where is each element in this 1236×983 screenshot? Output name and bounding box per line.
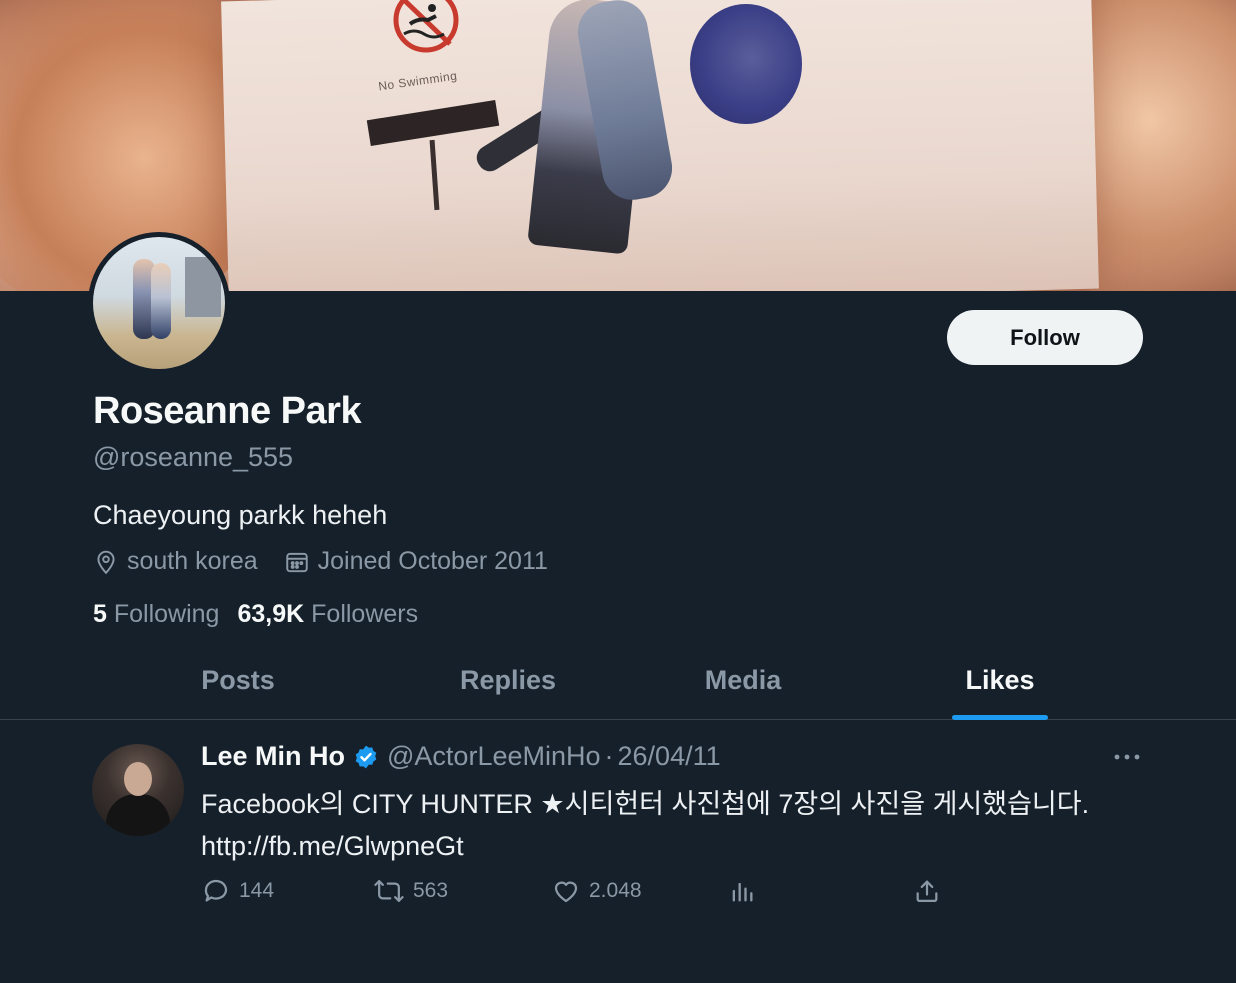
profile-stats: 5 Following 63,9K Followers [93, 600, 436, 629]
follow-button[interactable]: Follow [947, 310, 1143, 365]
avatar-image [93, 237, 225, 369]
repost-icon [374, 880, 404, 902]
profile-tabs: Posts Replies Media Likes [0, 640, 1236, 720]
tab-replies[interactable]: Replies [380, 640, 636, 720]
repost-count: 563 [413, 879, 449, 902]
joined-text: Joined October 2011 [317, 547, 548, 575]
following-count: 5 [93, 600, 107, 628]
views-button[interactable] [728, 876, 764, 906]
reply-button[interactable]: 144 [201, 876, 274, 906]
avatar-building [185, 257, 221, 317]
tweet-text-line: Facebook의 CITY HUNTER ★시티헌터 사진첩에 7장의 사진을… [201, 789, 1090, 819]
following-link[interactable]: 5 Following [93, 600, 219, 629]
profile-page: No Swimming Follow Roseanne Park @rosean… [0, 0, 1236, 983]
profile-bio: Chaeyoung parkk heheh [93, 500, 388, 530]
banner-lifebuoy [690, 4, 802, 124]
share-upload-icon [916, 880, 938, 903]
tweet-author-handle[interactable]: @ActorLeeMinHo [387, 741, 601, 772]
tweet-link[interactable]: http://fb.me/GlwpneGt [201, 825, 1161, 867]
tab-media[interactable]: Media [615, 640, 871, 720]
heart-icon [554, 881, 578, 903]
profile-handle: @roseanne_555 [93, 442, 294, 472]
tweet[interactable]: Lee Min Ho @ActorLeeMinHo · 26/04/11 Fac… [0, 721, 1236, 983]
calendar-icon [285, 552, 308, 572]
location-text: south korea [127, 547, 258, 575]
repost-button[interactable]: 563 [373, 876, 448, 906]
followers-count: 63,9K [237, 600, 305, 628]
share-button[interactable] [913, 876, 949, 906]
tab-likes[interactable]: Likes [872, 640, 1128, 720]
tab-posts[interactable]: Posts [110, 640, 366, 720]
tweet-header: Lee Min Ho @ActorLeeMinHo · 26/04/11 [201, 741, 721, 772]
avatar-person [151, 263, 171, 339]
reply-bubble-icon [204, 879, 228, 902]
tab-label: Likes [965, 664, 1035, 695]
active-tab-indicator [952, 715, 1048, 720]
profile-meta: south korea Joined October 2011 [93, 547, 574, 576]
profile-joined: Joined October 2011 [284, 547, 548, 576]
views-chart-icon [732, 882, 753, 902]
tweet-actions: 144 563 2.048 [201, 876, 961, 912]
profile-name: Roseanne Park [93, 390, 362, 432]
reply-count: 144 [239, 879, 275, 902]
followers-label: Followers [311, 600, 419, 628]
following-label: Following [113, 600, 220, 628]
like-button[interactable]: 2.048 [551, 876, 642, 906]
tweet-date[interactable]: 26/04/11 [618, 741, 721, 772]
followers-link[interactable]: 63,9K Followers [237, 600, 418, 629]
tweet-separator: · [604, 741, 614, 771]
avatar-suit [106, 794, 170, 836]
tweet-author-avatar[interactable] [92, 744, 184, 836]
no-swimming-sign-icon [393, 0, 459, 53]
tab-label: Replies [459, 664, 557, 695]
location-pin-icon [97, 550, 115, 574]
tab-label: Media [704, 664, 782, 695]
profile-location: south korea [93, 547, 258, 576]
avatar-face [124, 762, 152, 796]
tweet-text: Facebook의 CITY HUNTER ★시티헌터 사진첩에 7장의 사진을… [201, 783, 1161, 867]
tweet-author-name[interactable]: Lee Min Ho [201, 741, 345, 772]
like-count: 2.048 [589, 879, 642, 902]
verified-badge-icon[interactable] [353, 744, 379, 770]
profile-avatar[interactable] [88, 232, 230, 374]
tab-label: Posts [201, 664, 275, 695]
more-dots-icon[interactable] [1112, 747, 1142, 767]
